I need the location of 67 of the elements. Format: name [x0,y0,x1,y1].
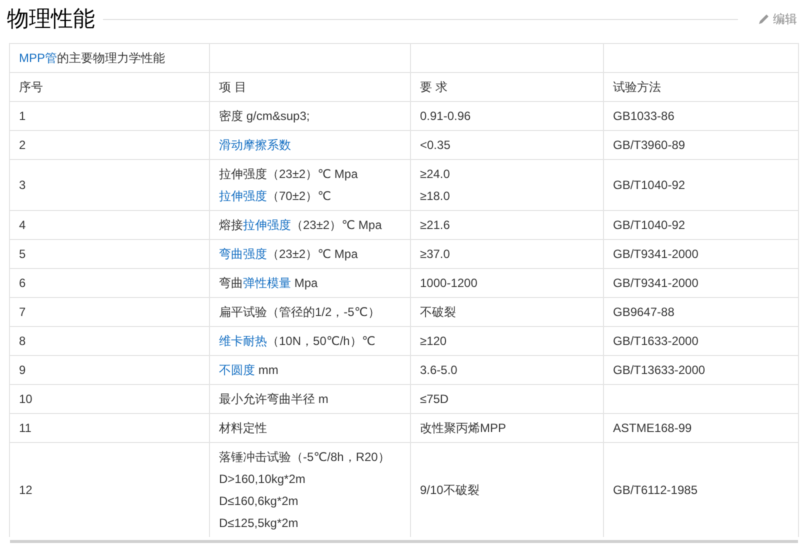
cell-text: 维卡耐热（10N，50℃/h）℃ [219,333,376,350]
cell-text: 1000-1200 [420,275,478,292]
link[interactable]: 滑动摩擦系数 [219,134,291,156]
cell-text: 不破裂 [420,304,456,321]
cell-text: 9 [19,362,26,379]
link[interactable]: 弹性模量 [243,276,291,290]
cell-text: 6 [19,275,26,292]
link[interactable]: MPP管 [19,51,58,65]
cell-text: MPP管的主要物理力学性能 [19,50,166,67]
cell-text: 12 [19,482,32,499]
cell-text: ≥18.0 [420,188,450,205]
link[interactable]: 拉伸强度 [219,189,267,203]
cell-text: GB/T1040-92 [613,217,686,234]
cell-text: ASTME168-99 [613,420,692,437]
link[interactable]: 维卡耐热 [219,334,267,348]
cell-text: 1 [19,108,26,125]
cell-text: 8 [19,333,26,350]
cell-text: 10 [19,391,32,408]
cell-text: 3 [19,177,26,194]
cell-text: 3.6-5.0 [420,362,458,379]
cell-text: 2 [19,137,26,154]
link[interactable]: 拉伸强度 [243,218,291,232]
cell-text: D≤125,5kg*2m [219,515,298,532]
cell-text: 材料定性 [219,420,267,437]
cell-text: 序号 [19,79,43,96]
pencil-icon [758,13,770,25]
cell-text: 拉伸强度（70±2）℃ [219,188,332,205]
edit-link[interactable]: 编辑 [758,10,797,28]
cell-text: GB/T13633-2000 [613,362,706,379]
cell-text: 改性聚丙烯MPP [420,420,506,437]
cell-text: ≤75D [420,391,449,408]
cell-text: 扁平试验（管径的1/2，-5℃） [219,304,380,321]
cell-text: GB/T1633-2000 [613,333,698,350]
cell-text: GB9647-88 [613,304,674,321]
cell-text: 弯曲强度（23±2）℃ Mpa [219,246,358,263]
cell-text: 试验方法 [613,79,661,96]
cell-text: ≥24.0 [420,166,450,183]
cell-text: 项 目 [219,79,246,96]
section-title: 物理性能 [7,5,95,33]
cell-text: 落锤冲击试验（-5℃/8h，R20） [219,449,390,466]
cell-text: D≤160,6kg*2m [219,493,298,510]
cell-text: 要 求 [420,79,448,96]
cell-text: GB/T3960-89 [613,137,686,154]
cell-text: 最小允许弯曲半径 m [219,391,328,408]
cell-text: 密度 g/cm&sup3; [219,108,310,125]
cell-text: <0.35 [420,137,450,154]
cell-text: ≥37.0 [420,246,450,263]
cell-text: 4 [19,217,26,234]
cell-text: 弯曲弹性模量 Mpa [219,275,318,292]
cell-text: 熔接拉伸强度（23±2）℃ Mpa [219,217,382,234]
cell-text: GB/T9341-2000 [613,275,698,292]
cell-text: GB/T6112-1985 [613,482,698,499]
cell-text: 不圆度 mm [219,362,278,379]
cell-text: GB/T1040-92 [613,177,686,194]
cell-text: ≥21.6 [420,217,450,234]
link[interactable]: 弯曲强度 [219,247,267,261]
cell-text: 9/10不破裂 [420,482,480,499]
cell-text: GB1033-86 [613,108,674,125]
cell-text: 拉伸强度（23±2）℃ Mpa [219,166,358,183]
cell-text: 11 [19,420,32,437]
cell-text: 5 [19,246,26,263]
cell-text: 7 [19,304,26,321]
cell-text: 0.91-0.96 [420,108,471,125]
cell-text: ≥120 [420,333,447,350]
cell-text: D>160,10kg*2m [219,471,306,488]
link[interactable]: 不圆度 [219,363,255,377]
cell-text: GB/T9341-2000 [613,246,698,263]
